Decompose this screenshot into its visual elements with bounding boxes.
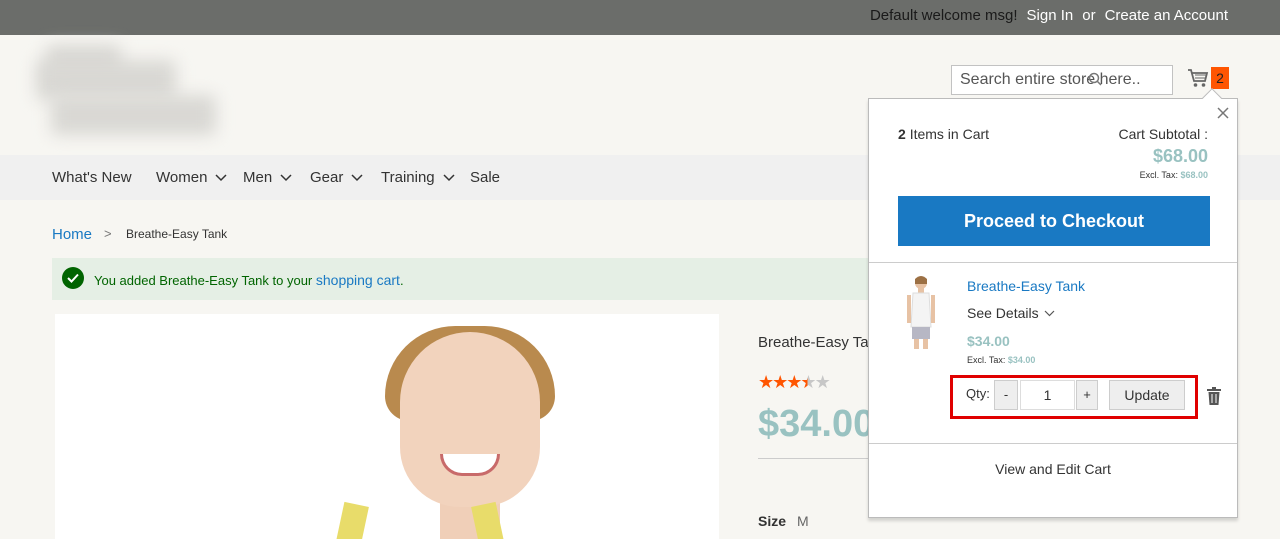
close-icon[interactable] xyxy=(1215,105,1231,121)
welcome-message: Default welcome msg! xyxy=(869,7,1018,24)
size-label: Size xyxy=(758,513,787,529)
qty-decrease-button[interactable]: - xyxy=(994,380,1018,410)
chevron-down-icon xyxy=(1044,310,1055,316)
subtotal-excl-tax: Excl. Tax: $68.00 xyxy=(1139,170,1208,180)
items-count-number: 2 xyxy=(898,126,906,142)
breadcrumb-current: Breathe-Easy Tank xyxy=(126,227,228,241)
nav-item-women[interactable]: Women xyxy=(156,169,227,186)
create-account-link[interactable]: Create an Account xyxy=(1105,7,1228,24)
half-star-icon: ★ xyxy=(800,372,816,392)
divider xyxy=(869,443,1237,444)
breadcrumb-separator: > xyxy=(104,226,112,241)
divider xyxy=(869,262,1237,263)
message-suffix: . xyxy=(399,273,404,288)
items-in-cart: 2 Items in Cart xyxy=(898,126,989,142)
product-name: Breathe-Easy Tank xyxy=(758,334,885,351)
search-placeholder: Search entire store here.. xyxy=(960,71,1141,88)
proceed-to-checkout-button[interactable]: Proceed to Checkout xyxy=(898,196,1210,246)
rating-stars[interactable]: ★★★★★ xyxy=(758,372,831,393)
qty-input[interactable]: 1 xyxy=(1020,380,1075,410)
star-icon: ★ xyxy=(814,372,831,392)
search-icon[interactable] xyxy=(1088,72,1102,86)
nav-item-gear[interactable]: Gear xyxy=(310,169,363,186)
view-edit-cart-link[interactable]: View and Edit Cart xyxy=(869,461,1237,477)
shopping-cart-link[interactable]: shopping cart xyxy=(316,272,400,288)
sign-in-link[interactable]: Sign In xyxy=(1027,7,1074,24)
star-icon: ★ xyxy=(772,372,788,392)
see-details-toggle[interactable]: See Details xyxy=(967,305,1055,321)
update-button[interactable]: Update xyxy=(1109,380,1185,410)
nav-item-training[interactable]: Training xyxy=(381,169,455,186)
subtotal-label: Cart Subtotal : xyxy=(1118,126,1209,142)
star-icon: ★ xyxy=(786,372,802,392)
top-bar: Default welcome msg! Sign In or Create a… xyxy=(0,0,1280,35)
success-message: You added Breathe-Easy Tank to your shop… xyxy=(52,258,882,300)
chevron-down-icon xyxy=(443,173,455,181)
nav-item-whats-new[interactable]: What's New xyxy=(52,169,132,186)
check-circle-icon xyxy=(62,267,84,289)
cart-item-excl-tax: Excl. Tax: $34.00 xyxy=(967,355,1036,365)
chevron-down-icon xyxy=(351,173,363,181)
product-thumbnail[interactable] xyxy=(901,275,941,350)
breadcrumb-home[interactable]: Home xyxy=(52,226,92,243)
divider xyxy=(758,458,878,459)
message-text: You added Breathe-Easy Tank to your xyxy=(94,273,313,288)
store-logo[interactable] xyxy=(36,45,236,140)
or-text: or xyxy=(1082,7,1096,24)
size-value: M xyxy=(797,513,809,529)
items-count-label: Items in Cart xyxy=(909,126,990,142)
product-image[interactable] xyxy=(55,314,719,539)
search-input[interactable]: Search entire store here.. xyxy=(951,65,1173,95)
star-icon: ★ xyxy=(758,372,774,392)
nav-item-men[interactable]: Men xyxy=(243,169,292,186)
chevron-down-icon xyxy=(280,173,292,181)
trash-icon[interactable] xyxy=(1207,387,1221,405)
subtotal-value: $68.00 xyxy=(1152,146,1208,166)
qty-label: Qty: xyxy=(966,386,990,401)
minicart-dropdown: 2 Items in Cart Cart Subtotal : $68.00 E… xyxy=(868,88,1238,518)
cart-icon[interactable] xyxy=(1187,68,1209,88)
chevron-down-icon xyxy=(215,173,227,181)
product-price: $34.00 xyxy=(758,403,875,445)
cart-item-price: $34.00 xyxy=(967,333,1010,349)
nav-item-sale[interactable]: Sale xyxy=(470,169,500,186)
cart-item-name[interactable]: Breathe-Easy Tank xyxy=(967,278,1085,294)
cart-count-badge[interactable]: 2 xyxy=(1211,67,1229,89)
qty-increase-button[interactable]: + xyxy=(1076,380,1098,410)
